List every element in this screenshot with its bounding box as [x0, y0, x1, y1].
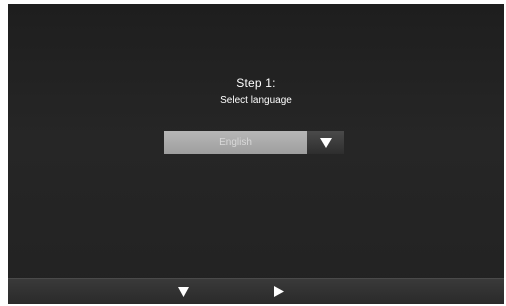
step-subtitle: Select language — [220, 95, 292, 106]
language-select-value: English — [164, 131, 307, 154]
step-title: Step 1: — [236, 76, 276, 90]
down-button[interactable] — [168, 279, 198, 304]
language-select[interactable]: English — [164, 131, 344, 154]
footer-bar — [8, 278, 504, 304]
triangle-down-icon — [177, 286, 189, 297]
setup-screen: Step 1: Select language English — [8, 4, 504, 304]
language-dropdown-button[interactable] — [307, 131, 344, 154]
triangle-down-icon — [319, 137, 332, 148]
triangle-right-icon — [274, 286, 284, 297]
next-button[interactable] — [264, 279, 294, 304]
